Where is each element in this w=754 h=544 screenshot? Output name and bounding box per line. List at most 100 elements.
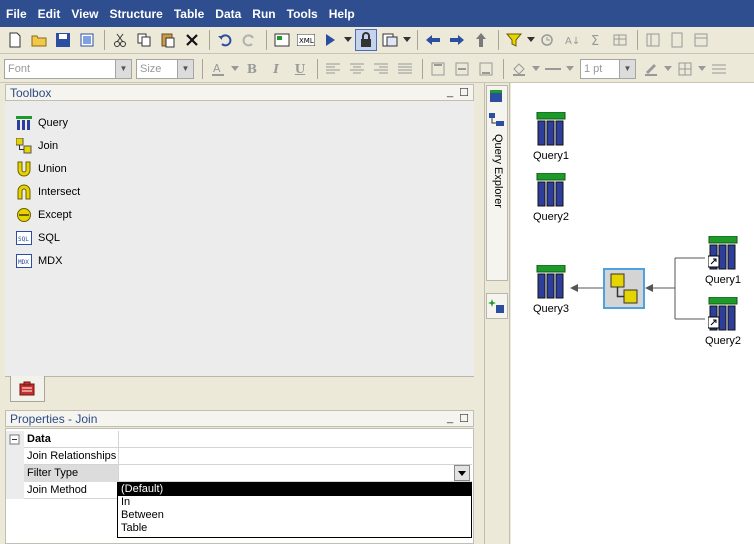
format-table-icon[interactable] (609, 29, 631, 51)
fill-color-dropdown[interactable] (532, 58, 540, 80)
menu-data[interactable]: Data (215, 7, 241, 21)
toolbox-item-except[interactable]: Except (5, 203, 474, 226)
valign-middle-icon[interactable] (451, 58, 473, 80)
layout-dropdown[interactable] (403, 29, 411, 51)
maximize-icon[interactable]: ☐ (459, 86, 469, 99)
toolbar-separator (417, 30, 418, 50)
line-style-dropdown[interactable] (566, 58, 574, 80)
font-color-icon[interactable]: A (207, 58, 229, 80)
toolbox-tab[interactable] (10, 376, 45, 402)
borders-icon[interactable] (674, 58, 696, 80)
query-node[interactable]: Query3 (521, 264, 581, 315)
xml-button[interactable]: XML (295, 29, 317, 51)
filter-icon[interactable] (503, 29, 525, 51)
forward-arrow-icon[interactable] (446, 29, 468, 51)
line-width-combo[interactable]: 1 pt ▼ (580, 58, 636, 79)
paste-button[interactable] (157, 29, 179, 51)
line-color-icon[interactable] (640, 58, 662, 80)
line-style-icon[interactable] (542, 58, 564, 80)
toolbox-item-sql[interactable]: SQL SQL (5, 226, 474, 249)
cut-button[interactable] (109, 29, 131, 51)
toolbar-separator (202, 58, 203, 79)
run-options-dropdown[interactable] (343, 29, 353, 51)
align-center-icon[interactable] (346, 58, 368, 80)
text-options-icon[interactable] (708, 58, 730, 80)
bold-button[interactable]: B (241, 58, 263, 80)
underline-button[interactable]: U (289, 58, 311, 80)
new-document-button[interactable] (4, 29, 26, 51)
undo-button[interactable] (214, 29, 236, 51)
line-color-dropdown[interactable] (664, 58, 672, 80)
italic-button[interactable]: I (265, 58, 287, 80)
delete-button[interactable] (181, 29, 203, 51)
fill-color-icon[interactable] (508, 58, 530, 80)
filter-dropdown[interactable] (527, 29, 535, 51)
maximize-icon[interactable]: ☐ (459, 412, 469, 425)
dropdown-option-between[interactable]: Between (118, 509, 471, 522)
property-value[interactable] (119, 448, 471, 465)
query-node[interactable]: Query2 (521, 172, 581, 223)
query-explorer-tab[interactable]: Query Explorer (486, 85, 508, 281)
layout-button[interactable] (379, 29, 401, 51)
toolbox-item-mdx[interactable]: MDX MDX (5, 249, 474, 272)
toolbox-item-label: Join (38, 139, 59, 152)
minimize-icon[interactable]: _ (447, 86, 453, 99)
join-node[interactable] (603, 268, 645, 309)
justify-icon[interactable] (394, 58, 416, 80)
copy-button[interactable] (133, 29, 155, 51)
menu-tools[interactable]: Tools (287, 7, 318, 21)
font-color-dropdown[interactable] (231, 58, 239, 80)
menu-file[interactable]: File (6, 7, 27, 21)
borders-dropdown[interactable] (698, 58, 706, 80)
property-row-selected[interactable]: Filter Type (6, 465, 472, 482)
menu-edit[interactable]: Edit (38, 7, 61, 21)
dropdown-arrow-icon[interactable] (454, 465, 470, 481)
run-button[interactable] (319, 29, 341, 51)
sort-options-icon[interactable] (537, 29, 559, 51)
toolbox-item-union[interactable]: Union (5, 157, 474, 180)
sum-icon[interactable]: Σ (585, 29, 607, 51)
data-source-tab[interactable] (486, 293, 508, 319)
query-canvas[interactable]: Query1 Query2 Query3 Query1 Query2 (511, 83, 754, 544)
toolbox-item-query[interactable]: Query (5, 111, 474, 134)
menu-structure[interactable]: Structure (109, 7, 162, 21)
menu-run[interactable]: Run (252, 7, 275, 21)
section-value (119, 431, 471, 448)
up-arrow-icon[interactable] (470, 29, 492, 51)
panel-layout-1-icon[interactable] (642, 29, 664, 51)
query-node-shortcut[interactable]: Query1 (693, 235, 753, 286)
toolbox-item-join[interactable]: Join (5, 134, 474, 157)
property-row[interactable]: Join Relationships (6, 448, 472, 465)
sort-icon[interactable]: A↓ (561, 29, 583, 51)
menu-view[interactable]: View (71, 7, 98, 21)
panel-layout-2-icon[interactable] (666, 29, 688, 51)
dropdown-option-table[interactable]: Table (118, 522, 471, 535)
valign-top-icon[interactable] (427, 58, 449, 80)
back-arrow-icon[interactable] (422, 29, 444, 51)
toolbar-separator (637, 30, 638, 50)
lock-button[interactable] (355, 29, 377, 51)
toolbox-item-intersect[interactable]: Intersect (5, 180, 474, 203)
open-folder-button[interactable] (28, 29, 50, 51)
query-node-shortcut[interactable]: Query2 (693, 296, 753, 347)
dropdown-option-in[interactable]: In (118, 496, 471, 509)
size-combo[interactable]: Size ▼ (136, 58, 194, 79)
save-button[interactable] (52, 29, 74, 51)
query-node[interactable]: Query1 (521, 111, 581, 162)
row-gutter (6, 465, 24, 482)
filter-type-select[interactable] (119, 465, 471, 482)
dropdown-option-default[interactable]: (Default) (118, 483, 471, 496)
menu-help[interactable]: Help (329, 7, 355, 21)
panel-layout-3-icon[interactable] (690, 29, 712, 51)
collapse-toggle[interactable] (6, 431, 24, 448)
align-left-icon[interactable] (322, 58, 344, 80)
font-combo[interactable]: Font ▼ (4, 58, 132, 79)
properties-button[interactable] (76, 29, 98, 51)
align-right-icon[interactable] (370, 58, 392, 80)
query-grid-button[interactable] (271, 29, 293, 51)
valign-bottom-icon[interactable] (475, 58, 497, 80)
minimize-icon[interactable]: _ (447, 412, 453, 425)
query-shortcut-icon (707, 296, 738, 331)
menu-table[interactable]: Table (174, 7, 204, 21)
redo-button[interactable] (238, 29, 260, 51)
